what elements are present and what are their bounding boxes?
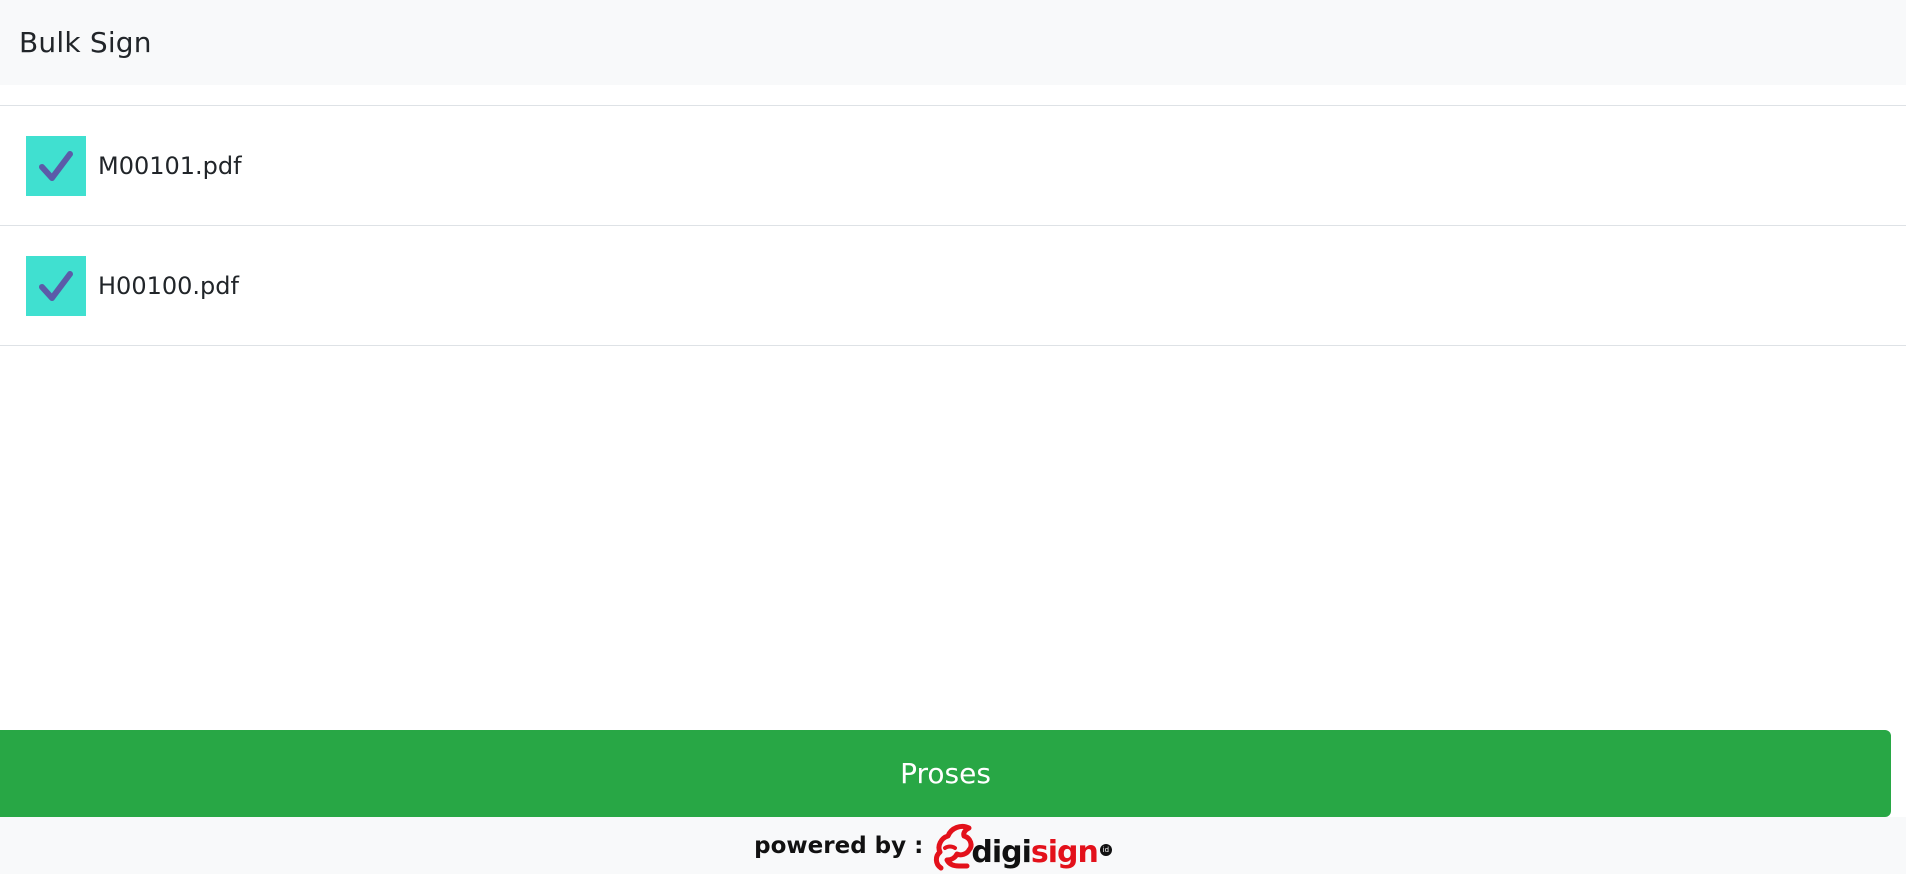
powered-by-label: powered by : (754, 832, 924, 859)
file-name: H00100.pdf (98, 271, 239, 300)
digisign-wordmark: digisign (971, 838, 1098, 868)
bulk-sign-page: Bulk Sign M00101.pdf H00100.pdf Proses p… (0, 0, 1906, 874)
file-list: M00101.pdf H00100.pdf (0, 105, 1906, 346)
header-bar: Bulk Sign (0, 0, 1906, 85)
wordmark-digi: digi (971, 835, 1032, 870)
page-title: Bulk Sign (19, 26, 152, 59)
file-row: M00101.pdf (0, 106, 1906, 226)
checkmark-icon (39, 270, 73, 301)
digisign-logo-icon (934, 823, 974, 871)
file-row: H00100.pdf (0, 226, 1906, 346)
checkmark-icon (39, 150, 73, 181)
process-button[interactable]: Proses (0, 730, 1891, 817)
wordmark-sign: sign (1030, 835, 1099, 870)
powered-by-block: powered by : digisign id (754, 817, 1112, 874)
file-checkbox[interactable] (26, 135, 86, 196)
footer: powered by : digisign id (0, 817, 1906, 874)
file-name: M00101.pdf (98, 151, 242, 180)
logo-badge: id (1099, 844, 1112, 856)
digisign-logo: digisign id (931, 817, 1112, 874)
file-checkbox[interactable] (26, 255, 86, 316)
